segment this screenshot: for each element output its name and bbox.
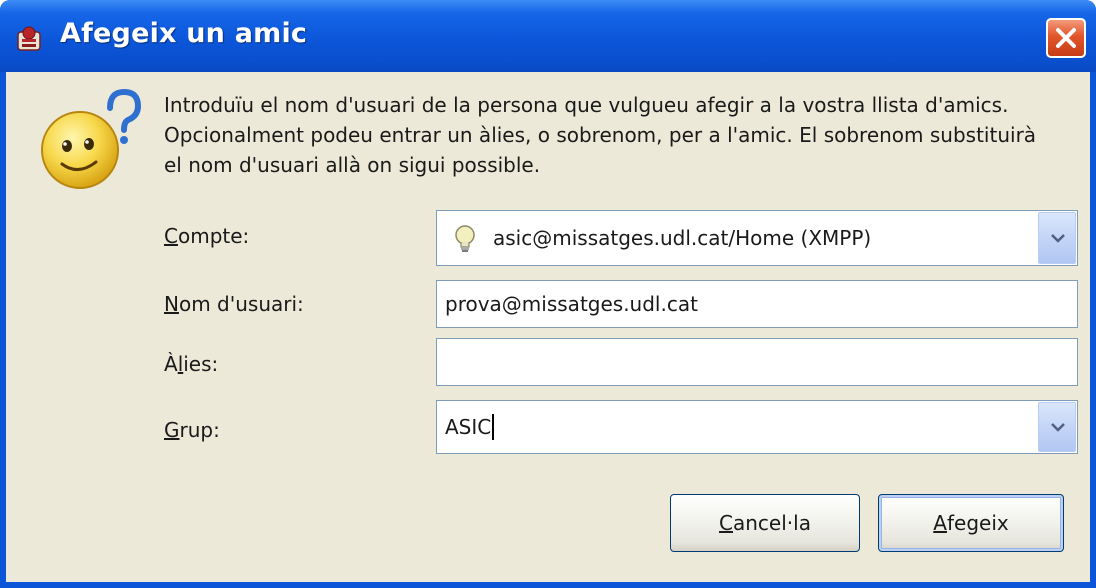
username-value: prova@missatges.udl.cat (445, 292, 698, 316)
group-value: ASIC (445, 415, 492, 439)
add-button[interactable]: Afegeix (878, 494, 1064, 552)
username-input[interactable]: prova@missatges.udl.cat (436, 280, 1078, 328)
group-combobox[interactable]: ASIC (436, 400, 1078, 454)
group-value-wrap: ASIC (445, 401, 495, 453)
window-title: Afegeix un amic (60, 18, 308, 49)
close-icon (1056, 28, 1076, 48)
text-cursor (492, 414, 495, 440)
title-bar[interactable]: Afegeix un amic (0, 0, 1096, 72)
question-smiley-icon (41, 88, 142, 189)
group-dropdown-button[interactable] (1038, 402, 1076, 452)
chevron-down-icon (1051, 423, 1065, 432)
close-button[interactable] (1046, 18, 1086, 58)
alias-input[interactable] (436, 338, 1078, 386)
account-value: asic@missatges.udl.cat/Home (XMPP) (493, 226, 872, 250)
alias-label: Àlies: (164, 352, 219, 376)
add-friend-dialog: Afegeix un amic Introduïu el nom d'usuar… (0, 0, 1096, 588)
instructions-text: Introduïu el nom d'usuari de la persona … (164, 93, 1037, 177)
account-dropdown-button[interactable] (1038, 212, 1076, 264)
lightbulb-icon (455, 225, 475, 252)
account-label: Compte: (164, 224, 250, 248)
app-icon (17, 26, 41, 51)
chevron-down-icon (1051, 234, 1065, 243)
cancel-button[interactable]: Cancel·la (670, 494, 860, 552)
username-label: Nom d'usuari: (164, 292, 304, 316)
group-label: Grup: (164, 418, 220, 442)
dialog-body: Introduïu el nom d'usuari de la persona … (6, 72, 1090, 582)
account-select[interactable]: asic@missatges.udl.cat/Home (XMPP) (436, 210, 1078, 266)
